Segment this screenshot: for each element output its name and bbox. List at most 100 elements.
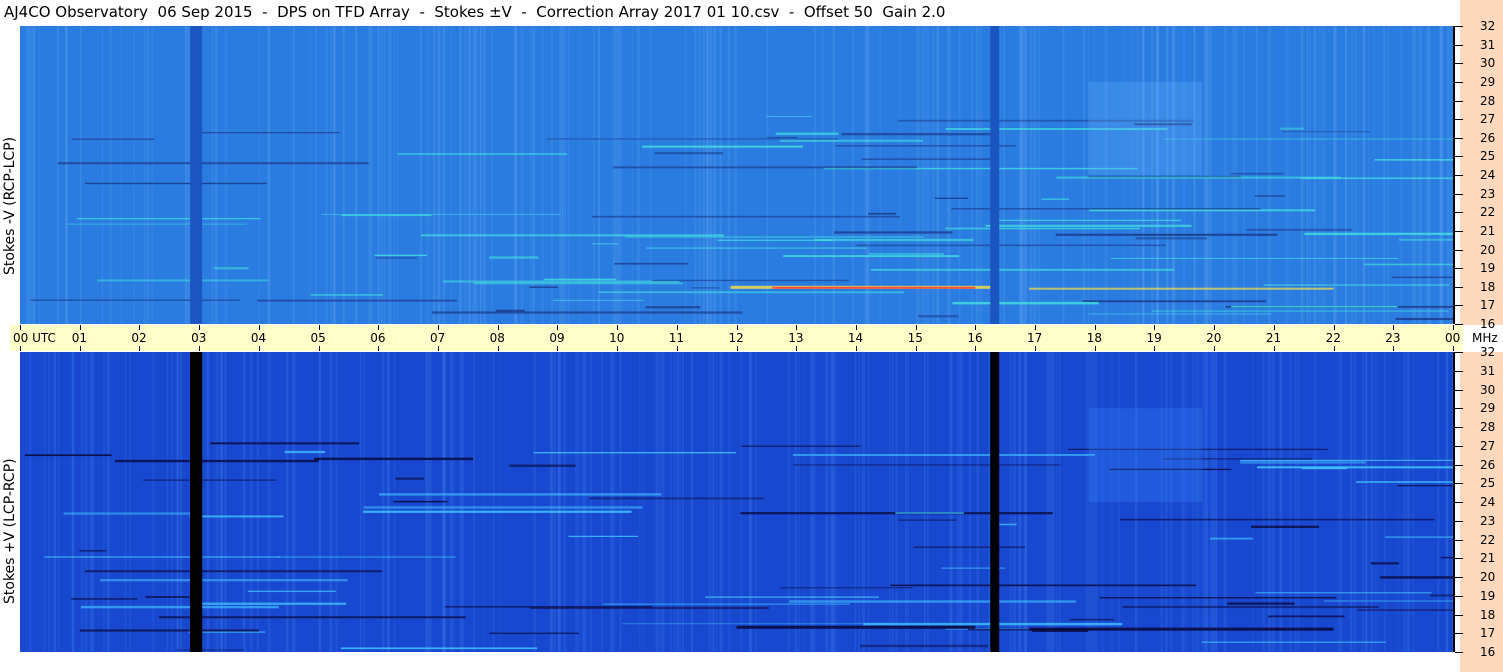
texture-stripe: [787, 352, 790, 652]
x-tick-mark: [557, 346, 559, 351]
x-tick-mark: [676, 346, 678, 351]
freq-tick-label: 21: [1480, 551, 1496, 566]
x-tick-mark: [1273, 346, 1275, 351]
x-tick-mark: [1035, 325, 1037, 330]
texture-stripe: [541, 26, 544, 324]
rfi-line: [1385, 536, 1453, 538]
rfi-line: [646, 247, 867, 249]
texture-stripe: [318, 352, 321, 652]
texture-stripe: [1426, 26, 1430, 324]
x-tick-mark: [497, 346, 499, 351]
freq-tick-label: 30: [1480, 382, 1496, 397]
data-gap: [190, 26, 203, 324]
rfi-line: [998, 219, 1182, 222]
freq-tick-mark: [1455, 427, 1463, 428]
texture-stripe: [958, 26, 961, 324]
texture-stripe: [1351, 26, 1353, 324]
freq-tick-mark: [1455, 408, 1463, 410]
rfi-line: [76, 218, 261, 220]
x-tick-label: 16: [967, 331, 983, 345]
texture-stripe: [822, 26, 824, 324]
x-tick-mark: [975, 346, 977, 351]
rfi-line: [66, 223, 247, 225]
rfi-line: [952, 301, 1099, 305]
freq-tick-mark: [1455, 483, 1463, 485]
freq-tick-label: 22: [1480, 205, 1496, 220]
rfi-line: [1089, 209, 1316, 212]
x-tick-label: 06: [370, 331, 386, 345]
rfi-line: [1391, 276, 1453, 279]
texture-stripe: [1255, 26, 1258, 324]
texture-stripe: [636, 26, 640, 324]
freq-tick-label: 22: [1480, 532, 1496, 547]
texture-stripe: [387, 352, 390, 652]
texture-stripe: [380, 26, 383, 324]
texture-stripe: [706, 26, 708, 324]
texture-stripe: [133, 26, 136, 324]
freq-tick-mark: [1455, 63, 1463, 65]
texture-stripe: [803, 352, 805, 652]
rfi-line: [442, 280, 680, 283]
texture-stripe: [1059, 352, 1061, 652]
rfi-line: [1122, 605, 1379, 609]
freq-tick-mark: [1455, 230, 1463, 232]
texture-stripe: [709, 26, 713, 324]
rfi-line: [766, 116, 812, 118]
stokes-minus-v-panel: [20, 26, 1453, 324]
texture-stripe: [923, 352, 926, 652]
texture-stripe: [330, 26, 333, 324]
freq-tick-mark: [1455, 26, 1463, 27]
texture-stripe: [936, 26, 939, 324]
texture-stripe: [1446, 352, 1449, 652]
rfi-line: [792, 454, 1096, 456]
rfi-line: [598, 291, 905, 294]
x-tick-label: 12: [728, 331, 744, 345]
freq-tick-label: 31: [1480, 37, 1496, 52]
texture-stripe: [53, 352, 57, 652]
rfi-line: [841, 133, 991, 136]
rfi-line: [856, 244, 1167, 247]
x-tick-label: 01: [71, 331, 87, 345]
freq-tick-label: 20: [1480, 242, 1496, 257]
texture-stripe: [120, 26, 123, 324]
rfi-line: [1395, 317, 1453, 321]
freq-tick-label: 16: [1480, 317, 1496, 331]
freq-tick-label: 25: [1480, 476, 1496, 491]
rfi-line: [310, 294, 383, 296]
stokes-plus-v-panel: [20, 352, 1453, 652]
texture-stripe: [1085, 352, 1089, 652]
rfi-line: [645, 306, 701, 309]
freq-tick-label: 25: [1480, 149, 1496, 164]
rfi-line: [783, 255, 960, 258]
freq-tick-mark: [1455, 445, 1463, 447]
rfi-line: [393, 500, 448, 503]
texture-stripe: [80, 26, 82, 324]
texture-stripe: [1306, 26, 1309, 324]
rfi-line: [895, 512, 964, 515]
freq-tick-mark: [1455, 268, 1463, 270]
rfi-line: [420, 234, 724, 237]
rfi-line: [1399, 238, 1453, 241]
texture-stripe: [862, 352, 865, 652]
texture-stripe: [879, 26, 881, 324]
texture-stripe: [851, 26, 854, 324]
texture-stripe: [979, 26, 982, 324]
freq-tick-label: 20: [1480, 570, 1496, 584]
freq-tick-mark: [1455, 44, 1463, 46]
texture-stripe: [335, 352, 339, 652]
texture-stripe: [734, 26, 737, 324]
freq-tick-mark: [1455, 614, 1463, 616]
rfi-line: [247, 590, 336, 593]
texture-stripe: [292, 26, 295, 324]
rfi-line: [613, 166, 917, 169]
texture-stripe: [895, 352, 898, 652]
rfi-line: [489, 256, 539, 259]
rfi-line: [589, 497, 764, 500]
texture-stripe: [28, 26, 30, 324]
rfi-line: [1151, 310, 1449, 312]
texture-stripe: [1322, 26, 1325, 324]
rfi-line: [1263, 284, 1450, 286]
rfi-line: [945, 227, 1140, 230]
x-tick-mark: [20, 346, 21, 351]
x-tick-mark: [79, 325, 81, 330]
